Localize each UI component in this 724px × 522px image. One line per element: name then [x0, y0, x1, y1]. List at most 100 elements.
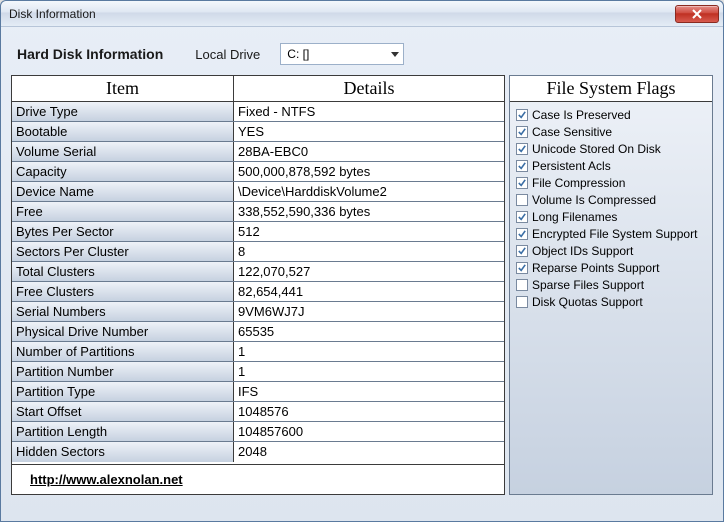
- cell-details: 338,552,590,336 bytes: [234, 202, 504, 221]
- cell-item: Bytes Per Sector: [12, 222, 234, 241]
- table-header: Item Details: [12, 76, 504, 102]
- cell-item: Volume Serial: [12, 142, 234, 161]
- flag-checkbox[interactable]: [516, 160, 528, 172]
- cell-details: 1048576: [234, 402, 504, 421]
- flag-row: Case Is Preserved: [516, 106, 706, 123]
- flag-label: Case Sensitive: [532, 125, 612, 139]
- cell-details: 82,654,441: [234, 282, 504, 301]
- topbar: Hard Disk Information Local Drive C: []: [11, 35, 713, 75]
- flag-row: Reparse Points Support: [516, 259, 706, 276]
- local-drive-label: Local Drive: [195, 47, 260, 62]
- cell-details: 28BA-EBC0: [234, 142, 504, 161]
- flag-checkbox[interactable]: [516, 143, 528, 155]
- flag-row: Persistent Acls: [516, 157, 706, 174]
- table-body: Drive TypeFixed - NTFSBootableYESVolume …: [12, 102, 504, 464]
- cell-details: Fixed - NTFS: [234, 102, 504, 121]
- cell-details: 1: [234, 362, 504, 381]
- cell-details: 512: [234, 222, 504, 241]
- flag-label: Object IDs Support: [532, 244, 633, 258]
- cell-item: Partition Length: [12, 422, 234, 441]
- footer-link[interactable]: http://www.alexnolan.net: [30, 472, 183, 487]
- table-row: Number of Partitions1: [12, 342, 504, 362]
- cell-item: Physical Drive Number: [12, 322, 234, 341]
- window: Disk Information Hard Disk Information L…: [0, 0, 724, 522]
- table-row: Device Name\Device\HarddiskVolume2: [12, 182, 504, 202]
- flag-row: Volume Is Compressed: [516, 191, 706, 208]
- flag-row: Unicode Stored On Disk: [516, 140, 706, 157]
- table-row: Bytes Per Sector512: [12, 222, 504, 242]
- table-row: BootableYES: [12, 122, 504, 142]
- cell-item: Free Clusters: [12, 282, 234, 301]
- cell-details: IFS: [234, 382, 504, 401]
- flag-row: Long Filenames: [516, 208, 706, 225]
- flag-row: File Compression: [516, 174, 706, 191]
- table-row: Serial Numbers9VM6WJ7J: [12, 302, 504, 322]
- table-row: Sectors Per Cluster8: [12, 242, 504, 262]
- table-row: Physical Drive Number65535: [12, 322, 504, 342]
- cell-details: 2048: [234, 442, 504, 462]
- flag-checkbox[interactable]: [516, 194, 528, 206]
- flag-checkbox[interactable]: [516, 245, 528, 257]
- table-row: Hidden Sectors2048: [12, 442, 504, 462]
- flags-body: Case Is Preserved Case Sensitive Unicode S…: [510, 102, 712, 314]
- hard-disk-info-label: Hard Disk Information: [17, 46, 163, 62]
- cell-item: Hidden Sectors: [12, 442, 234, 462]
- flag-label: Volume Is Compressed: [532, 193, 656, 207]
- cell-details: 500,000,878,592 bytes: [234, 162, 504, 181]
- flag-checkbox[interactable]: [516, 109, 528, 121]
- header-flags: File System Flags: [510, 76, 712, 102]
- cell-item: Drive Type: [12, 102, 234, 121]
- flag-checkbox[interactable]: [516, 279, 528, 291]
- flag-label: File Compression: [532, 176, 625, 190]
- flag-checkbox[interactable]: [516, 296, 528, 308]
- cell-details: 104857600: [234, 422, 504, 441]
- flag-checkbox[interactable]: [516, 228, 528, 240]
- cell-item: Serial Numbers: [12, 302, 234, 321]
- info-table: Item Details Drive TypeFixed - NTFSBoota…: [11, 75, 505, 495]
- chevron-down-icon: [391, 52, 399, 57]
- flag-checkbox[interactable]: [516, 262, 528, 274]
- cell-details: \Device\HarddiskVolume2: [234, 182, 504, 201]
- table-row: Free Clusters82,654,441: [12, 282, 504, 302]
- table-row: Volume Serial28BA-EBC0: [12, 142, 504, 162]
- table-row: Partition Length104857600: [12, 422, 504, 442]
- flag-label: Long Filenames: [532, 210, 617, 224]
- flag-label: Reparse Points Support: [532, 261, 659, 275]
- flag-label: Unicode Stored On Disk: [532, 142, 661, 156]
- close-icon: [692, 9, 702, 19]
- cell-item: Number of Partitions: [12, 342, 234, 361]
- cell-item: Start Offset: [12, 402, 234, 421]
- table-row: Start Offset1048576: [12, 402, 504, 422]
- table-footer: http://www.alexnolan.net: [12, 464, 504, 494]
- table-row: Free338,552,590,336 bytes: [12, 202, 504, 222]
- table-row: Drive TypeFixed - NTFS: [12, 102, 504, 122]
- flag-checkbox[interactable]: [516, 177, 528, 189]
- header-item: Item: [12, 76, 234, 101]
- flag-label: Encrypted File System Support: [532, 227, 697, 241]
- close-button[interactable]: [675, 5, 719, 23]
- flag-label: Sparse Files Support: [532, 278, 644, 292]
- table-row: Partition Number1: [12, 362, 504, 382]
- cell-item: Sectors Per Cluster: [12, 242, 234, 261]
- flag-row: Sparse Files Support: [516, 276, 706, 293]
- cell-details: YES: [234, 122, 504, 141]
- cell-details: 1: [234, 342, 504, 361]
- flag-row: Disk Quotas Support: [516, 293, 706, 310]
- content: Hard Disk Information Local Drive C: [] …: [1, 27, 723, 521]
- cell-item: Partition Type: [12, 382, 234, 401]
- table-row: Capacity500,000,878,592 bytes: [12, 162, 504, 182]
- flag-row: Object IDs Support: [516, 242, 706, 259]
- flag-checkbox[interactable]: [516, 126, 528, 138]
- cell-details: 8: [234, 242, 504, 261]
- drive-select[interactable]: C: []: [280, 43, 404, 65]
- cell-details: 65535: [234, 322, 504, 341]
- flag-label: Disk Quotas Support: [532, 295, 643, 309]
- cell-item: Free: [12, 202, 234, 221]
- window-title: Disk Information: [9, 7, 675, 21]
- flag-row: Encrypted File System Support: [516, 225, 706, 242]
- table-row: Partition TypeIFS: [12, 382, 504, 402]
- flag-checkbox[interactable]: [516, 211, 528, 223]
- drive-select-value: C: []: [287, 47, 309, 61]
- flag-label: Persistent Acls: [532, 159, 611, 173]
- cell-details: 9VM6WJ7J: [234, 302, 504, 321]
